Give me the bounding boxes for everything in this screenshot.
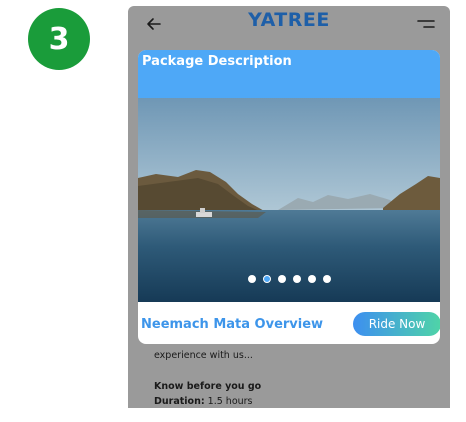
- slider-dot[interactable]: [322, 275, 331, 283]
- phone-screen: YATREE experience with us... Know before…: [128, 6, 450, 408]
- step-number: 3: [48, 21, 70, 57]
- know-before-label: Know before you go: [154, 381, 262, 392]
- slider-dot[interactable]: [292, 275, 301, 283]
- slider-dot[interactable]: [277, 275, 286, 283]
- package-photo-slide[interactable]: [138, 98, 440, 302]
- overview-title: Neemach Mata Overview: [141, 317, 324, 332]
- modal-header: Package Description: [138, 50, 440, 98]
- slider-dots: [138, 275, 440, 283]
- package-description-modal: Package Description Neemach Mata Overvie…: [138, 50, 440, 344]
- app-brand-title: YATREE: [248, 9, 330, 31]
- slider-dot-active[interactable]: [262, 275, 271, 283]
- know-before-heading: Know before you go: [154, 381, 261, 392]
- modal-title: Package Description: [142, 54, 292, 69]
- step-number-badge: 3: [28, 8, 90, 70]
- background-description-text: experience with us...: [154, 350, 253, 361]
- hamburger-menu-icon[interactable]: [416, 16, 436, 32]
- duration-value: 1.5 hours: [207, 396, 253, 407]
- app-header: YATREE: [128, 6, 450, 46]
- slider-dot[interactable]: [247, 275, 256, 283]
- duration-label: Duration:: [154, 396, 205, 407]
- ride-now-button[interactable]: Ride Now: [353, 312, 440, 336]
- slider-dot[interactable]: [307, 275, 316, 283]
- duration-row: Duration: 1.5 hours: [154, 396, 253, 407]
